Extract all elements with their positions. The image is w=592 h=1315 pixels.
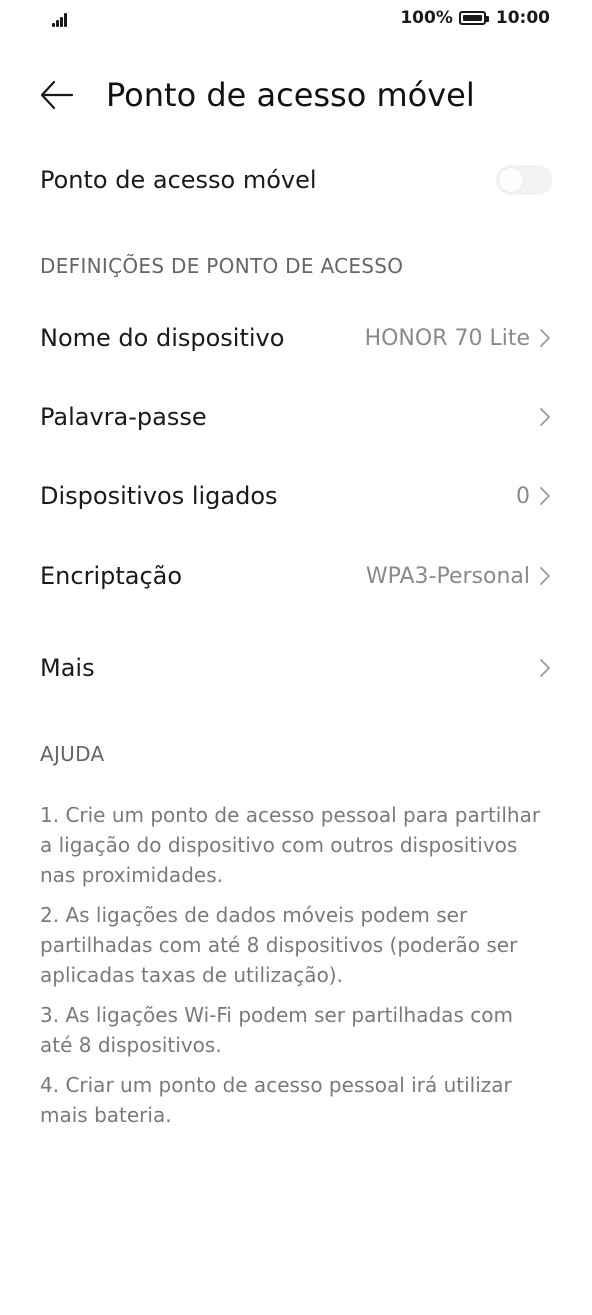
encryption-label: Encriptação (40, 562, 183, 590)
connected-devices-count: 0 (516, 483, 530, 509)
settings-section-header: DEFINIÇÕES DE PONTO DE ACESSO (40, 254, 404, 278)
back-button[interactable] (38, 76, 76, 114)
battery-icon (458, 11, 489, 25)
more-row[interactable]: Mais (40, 638, 552, 698)
help-item: 2. As ligações de dados móveis podem ser… (40, 903, 518, 987)
hotspot-toggle-row[interactable]: Ponto de acesso móvel (40, 150, 552, 210)
device-name-right: HONOR 70 Lite (365, 326, 552, 351)
page-title: Ponto de acesso móvel (106, 76, 475, 114)
chevron-right-icon (540, 487, 550, 505)
status-right: 100% 10:00 (400, 8, 550, 28)
chevron-right-icon (540, 408, 550, 426)
connected-devices-right: 0 (516, 484, 552, 509)
help-list: 1. Crie um ponto de acesso pessoal para … (40, 800, 550, 1140)
chevron-right-icon (540, 567, 550, 585)
encryption-value: WPA3-Personal (365, 563, 530, 589)
chevron-right-icon (540, 329, 550, 347)
hotspot-toggle-label: Ponto de acesso móvel (40, 166, 317, 194)
encryption-row[interactable]: Encriptação WPA3-Personal (40, 546, 552, 606)
status-bar: 100% 10:00 (0, 0, 592, 40)
hotspot-toggle-switch[interactable] (496, 165, 552, 195)
encryption-right: WPA3-Personal (366, 564, 552, 589)
more-right (530, 657, 552, 679)
more-label: Mais (40, 654, 95, 682)
signal-icon (52, 11, 70, 27)
help-item: 4. Criar um ponto de acesso pessoal irá … (40, 1073, 512, 1127)
help-item: 3. As ligações Wi-Fi podem ser partilhad… (40, 1003, 513, 1057)
connected-devices-row[interactable]: Dispositivos ligados 0 (40, 466, 552, 526)
password-right (530, 406, 552, 428)
chevron-right-icon (540, 659, 550, 677)
battery-percent: 100% (400, 8, 453, 28)
password-row[interactable]: Palavra-passe (40, 387, 552, 447)
clock: 10:00 (495, 8, 550, 28)
help-section-header: AJUDA (40, 742, 105, 766)
toggle-knob (499, 168, 523, 192)
device-name-value: HONOR 70 Lite (364, 325, 530, 351)
connected-devices-label: Dispositivos ligados (40, 482, 278, 510)
device-name-label: Nome do dispositivo (40, 324, 285, 352)
device-name-row[interactable]: Nome do dispositivo HONOR 70 Lite (40, 308, 552, 368)
header: Ponto de acesso móvel (0, 70, 592, 120)
arrow-left-icon (40, 80, 74, 110)
help-item: 1. Crie um ponto de acesso pessoal para … (40, 803, 541, 887)
password-label: Palavra-passe (40, 403, 207, 431)
